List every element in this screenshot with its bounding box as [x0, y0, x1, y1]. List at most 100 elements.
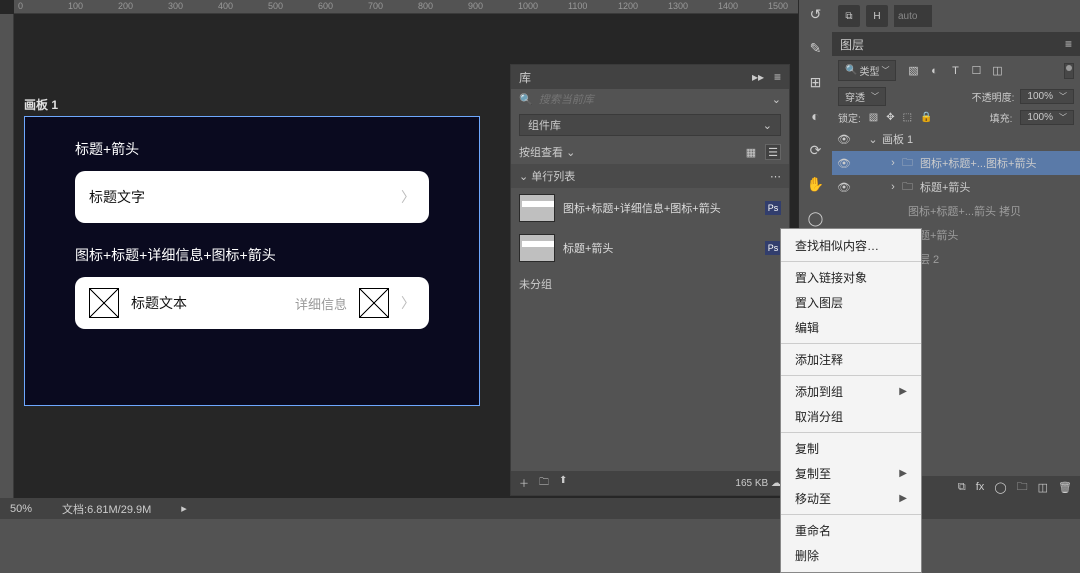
hand-icon[interactable]: ✋ — [806, 174, 826, 194]
lock-position-icon[interactable]: ✥ — [886, 112, 894, 123]
upload-icon[interactable]: ⬆ — [559, 475, 567, 492]
rotate-icon[interactable]: ◯ — [806, 208, 826, 228]
layer-row-group[interactable]: 👁 › 🗀 图标+标题+...图标+箭头 — [832, 151, 1080, 175]
caret-down-icon: ⌄ — [519, 171, 531, 183]
ruler-horizontal: 0 100 200 300 400 500 600 700 800 900 10… — [14, 0, 798, 14]
library-search-row: 🔍 ⌄ — [511, 89, 789, 110]
layers-tab-bar: 图层 ≡ — [832, 32, 1080, 56]
caret-icon[interactable]: ⌄ — [868, 133, 878, 146]
caret-right-icon[interactable]: ▸ — [181, 502, 187, 515]
library-size: 165 KB — [735, 478, 768, 489]
ctx-delete[interactable]: 删除 — [781, 543, 921, 568]
view-mode-label[interactable]: 按组查看 — [519, 147, 563, 159]
lock-artboard-icon[interactable]: ⬚ — [903, 112, 912, 123]
folder-icon[interactable]: 🗀 — [539, 475, 549, 492]
context-menu: 查找相似内容… 置入链接对象 置入图层 编辑 添加注释 添加到组▶ 取消分组 复… — [780, 228, 922, 573]
placeholder-icon — [89, 288, 119, 318]
layer-style-icon[interactable]: fx — [976, 481, 985, 493]
group-name: 单行列表 — [531, 171, 575, 183]
zoom-level[interactable]: 50% — [10, 503, 32, 515]
lock-all-icon[interactable]: 🔒 — [920, 112, 932, 123]
library-ungrouped-label[interactable]: 未分组 — [511, 268, 789, 300]
add-icon[interactable]: ＋ — [519, 475, 529, 492]
history-icon[interactable]: ↺ — [806, 4, 826, 24]
library-item-label: 标题+箭头 — [563, 240, 757, 256]
brush-icon[interactable]: ✎ — [806, 38, 826, 58]
more-icon[interactable]: ⋯ — [770, 170, 781, 183]
filter-type-icon[interactable]: T — [948, 64, 962, 78]
library-item-label: 图标+标题+详细信息+图标+箭头 — [563, 200, 757, 216]
layer-row-artboard[interactable]: 👁 ⌄ 画板 1 — [832, 127, 1080, 151]
height-input[interactable] — [894, 5, 932, 27]
caret-icon[interactable]: › — [888, 181, 898, 193]
panel-menu-icon[interactable]: ≡ — [1065, 37, 1072, 51]
filter-adjust-icon[interactable]: ◐ — [927, 64, 941, 78]
ctx-add-to-group[interactable]: 添加到组▶ — [781, 379, 921, 404]
ps-badge-icon: Ps — [765, 241, 781, 255]
filter-shape-icon[interactable]: ☐ — [969, 64, 983, 78]
panel-menu-icon[interactable]: ≡ — [774, 70, 781, 84]
list-view-icon[interactable]: ☰ — [765, 144, 781, 160]
layer-mask-icon[interactable]: ◯ — [994, 481, 1006, 494]
artboard-label[interactable]: 画板 1 — [24, 96, 58, 113]
collapse-icon[interactable]: ▸▸ — [752, 70, 764, 84]
ctx-ungroup[interactable]: 取消分组 — [781, 404, 921, 429]
filter-toggle[interactable] — [1064, 63, 1074, 79]
library-group-header[interactable]: ⌄ 单行列表 ⋯ — [511, 164, 789, 188]
library-item-thumb — [519, 234, 555, 262]
new-folder-icon[interactable]: 🗀 — [1017, 478, 1028, 497]
filter-pixel-icon[interactable]: ▧ — [906, 64, 920, 78]
placeholder-icon — [359, 288, 389, 318]
ctx-edit[interactable]: 编辑 — [781, 315, 921, 340]
caret-icon[interactable]: › — [888, 157, 898, 169]
libraries-tab[interactable]: 库 — [519, 69, 531, 86]
ctx-place-layer[interactable]: 置入图层 — [781, 290, 921, 315]
chevron-down-icon[interactable]: ⌄ — [566, 147, 575, 159]
refresh-icon[interactable]: ⟳ — [806, 140, 826, 160]
list-row-icon-title-detail[interactable]: 标题文本 详细信息 〉 — [75, 277, 429, 329]
ctx-add-note[interactable]: 添加注释 — [781, 347, 921, 372]
delete-layer-icon[interactable]: 🗑 — [1058, 481, 1072, 494]
new-layer-icon[interactable]: ◫ — [1038, 481, 1048, 494]
ps-badge-icon: Ps — [765, 201, 781, 215]
layer-row-group[interactable]: 👁 › 🗀 标题+箭头 — [832, 175, 1080, 199]
chevron-right-icon: 〉 — [401, 187, 415, 207]
opacity-input[interactable]: 100%﹀ — [1020, 89, 1074, 104]
ctx-move-to[interactable]: 移动至▶ — [781, 486, 921, 511]
grid-view-icon[interactable]: ▦ — [743, 144, 759, 160]
filter-smart-icon[interactable]: ◫ — [990, 64, 1004, 78]
fill-input[interactable]: 100%﹀ — [1020, 110, 1074, 125]
adjustments-icon[interactable]: ◐ — [806, 106, 826, 126]
visibility-icon[interactable]: 👁 — [836, 157, 852, 170]
library-select-label: 组件库 — [528, 117, 561, 133]
fill-label: 填充: — [990, 110, 1013, 125]
library-footer: ＋ 🗀 ⬆ 165 KB ☁ — [511, 471, 789, 495]
library-item[interactable]: 标题+箭头 Ps — [511, 228, 789, 268]
visibility-icon[interactable]: 👁 — [836, 181, 852, 194]
link-wh-icon[interactable]: ⧉ — [838, 5, 860, 27]
chevron-down-icon[interactable]: ⌄ — [772, 93, 781, 106]
list-row-title-arrow[interactable]: 标题文字 〉 — [75, 171, 429, 223]
ctx-find-similar[interactable]: 查找相似内容… — [781, 233, 921, 258]
library-item-thumb — [519, 194, 555, 222]
link-layers-icon[interactable]: ⧉ — [958, 481, 966, 494]
layer-row-group[interactable]: 图标+标题+...箭头 拷贝 — [832, 199, 1080, 223]
ctx-copy[interactable]: 复制 — [781, 436, 921, 461]
artboard-1[interactable]: 标题+箭头 标题文字 〉 图标+标题+详细信息+图标+箭头 标题文本 详细信息 … — [24, 116, 480, 406]
ruler-vertical — [0, 14, 14, 498]
libraries-panel-header[interactable]: 库 ▸▸ ≡ — [511, 65, 789, 89]
opacity-label: 不透明度: — [972, 89, 1015, 104]
ctx-copy-to[interactable]: 复制至▶ — [781, 461, 921, 486]
visibility-icon[interactable]: 👁 — [836, 133, 852, 146]
ctx-place-linked[interactable]: 置入链接对象 — [781, 265, 921, 290]
filter-kind-select[interactable]: 🔍类型﹀ — [838, 60, 896, 81]
layers-tab[interactable]: 图层 — [840, 36, 864, 53]
ctx-rename[interactable]: 重命名 — [781, 518, 921, 543]
lock-pixels-icon[interactable]: ▧ — [869, 112, 878, 123]
library-item[interactable]: 图标+标题+详细信息+图标+箭头 Ps — [511, 188, 789, 228]
swatch-icon[interactable]: ⊞ — [806, 72, 826, 92]
library-select[interactable]: 组件库 ⌄ — [519, 114, 781, 136]
row-detail: 详细信息 — [295, 294, 347, 313]
blend-mode-select[interactable]: 穿透﹀ — [838, 87, 886, 106]
library-search-input[interactable] — [539, 94, 766, 106]
